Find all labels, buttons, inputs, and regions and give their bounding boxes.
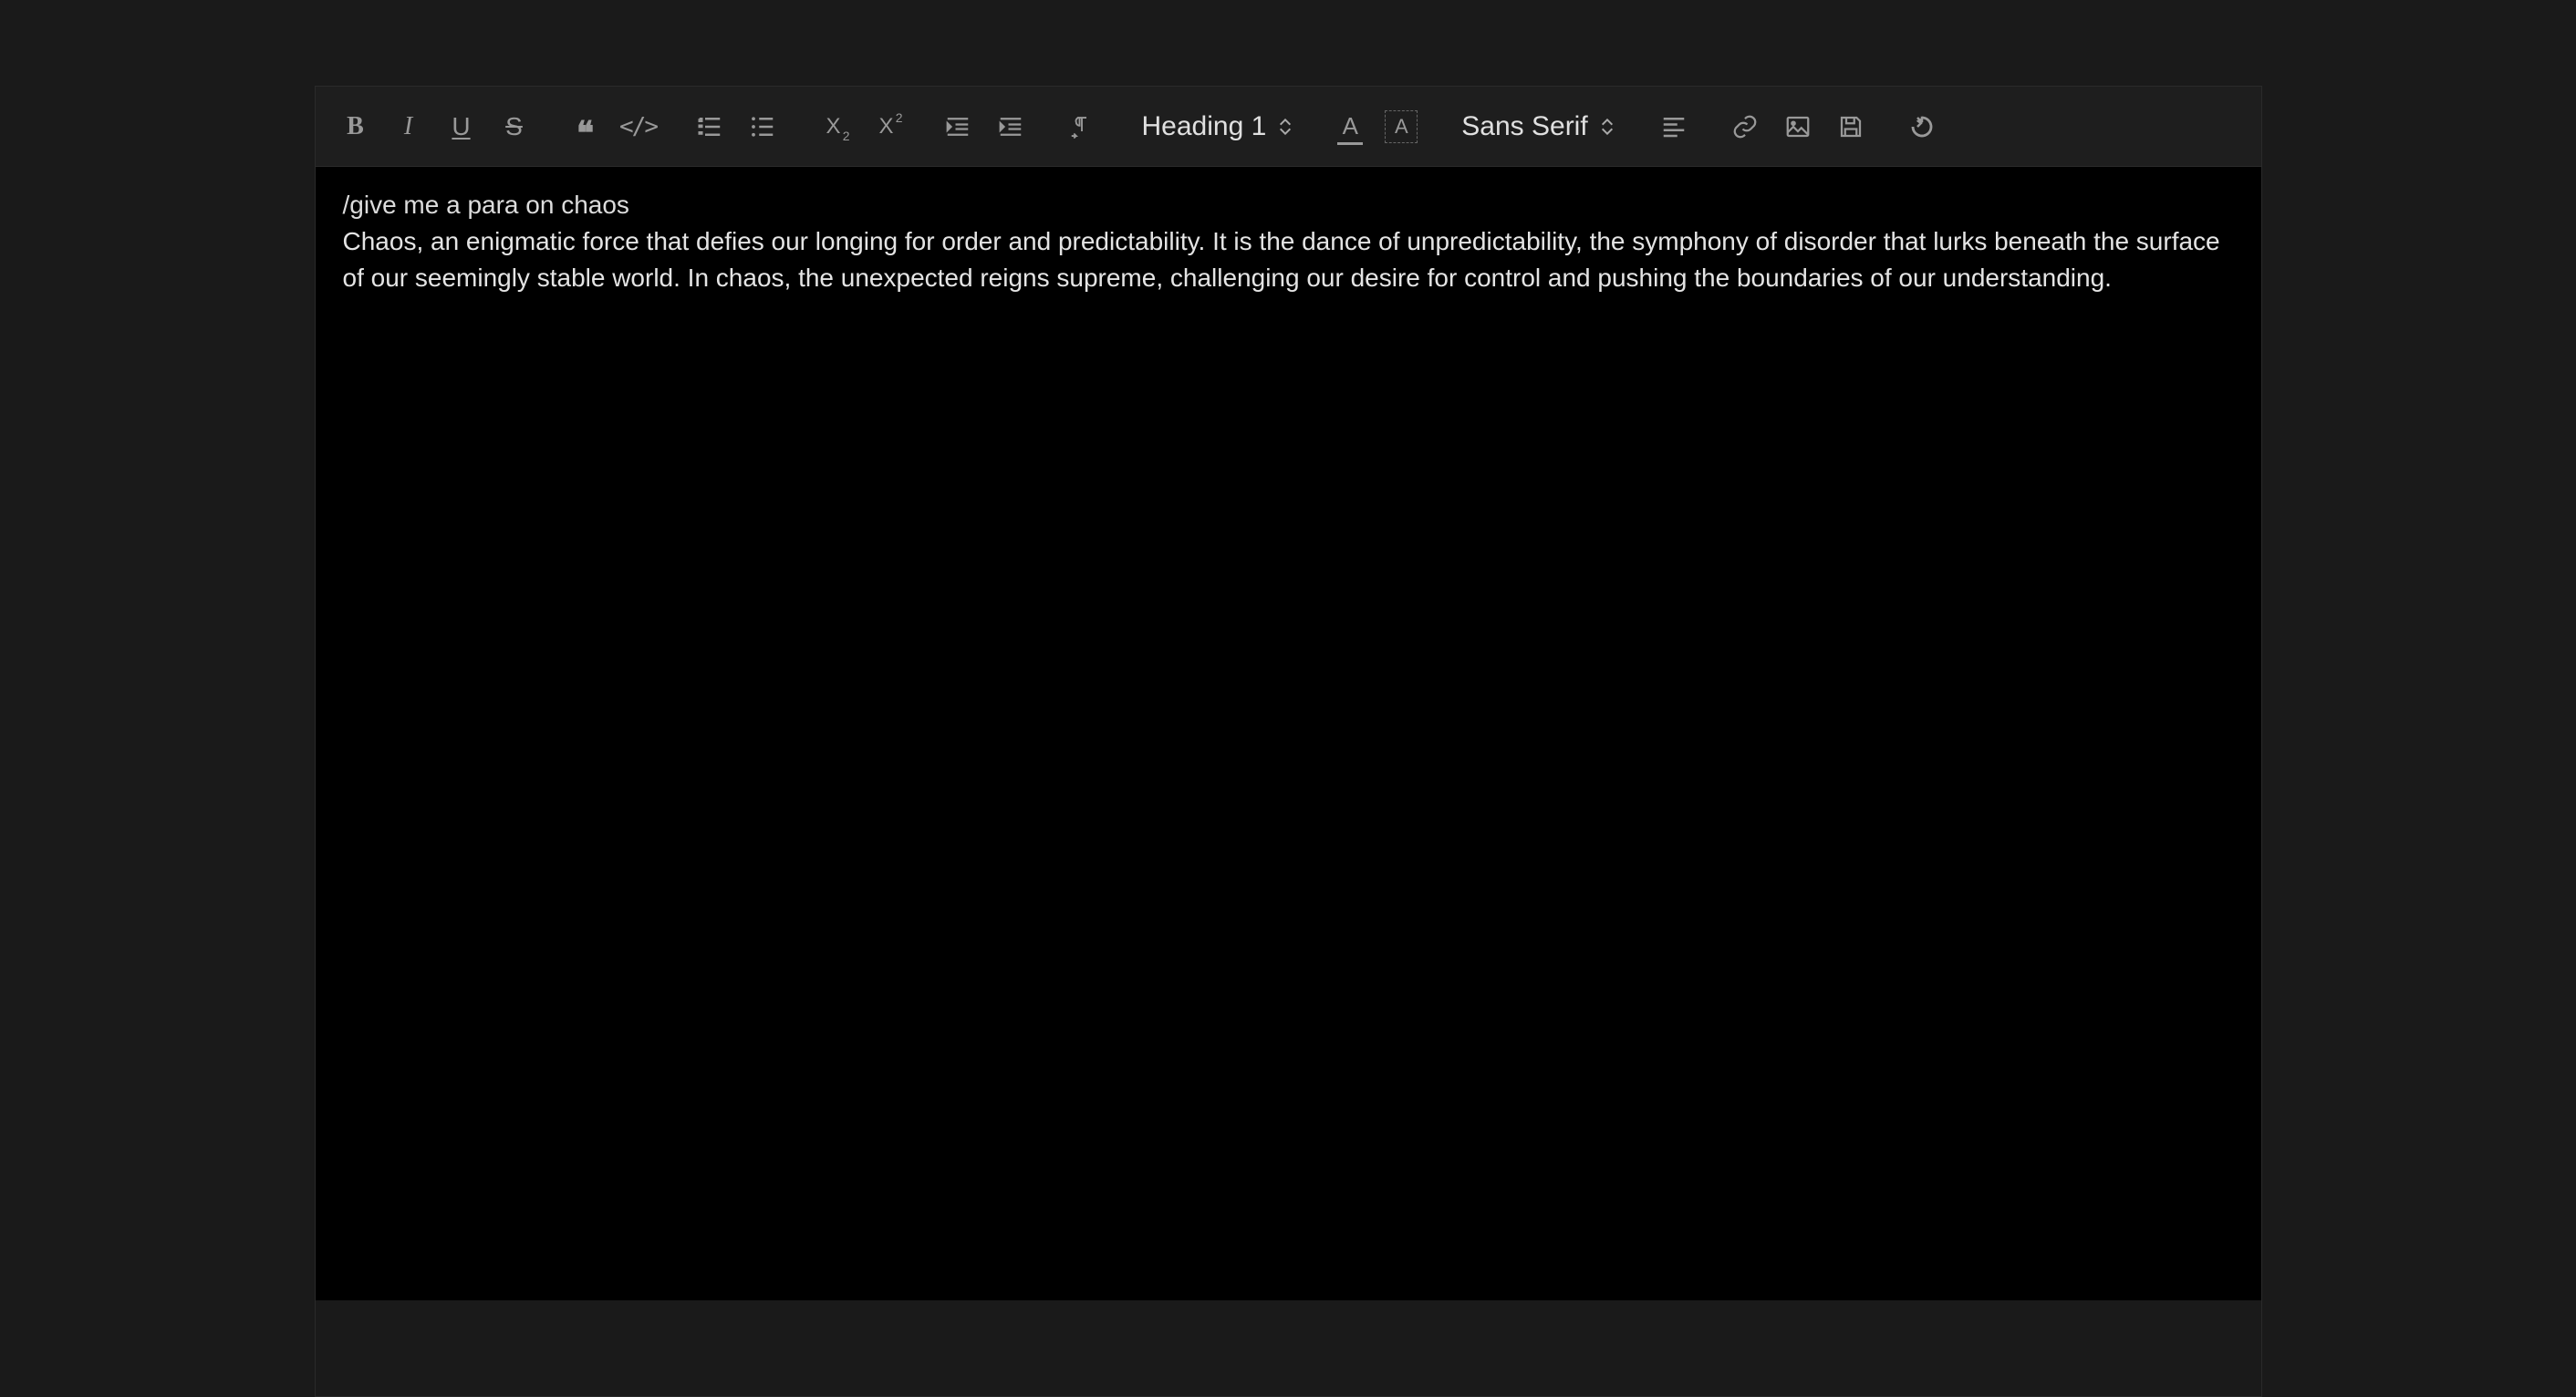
image-button[interactable]	[1780, 109, 1816, 145]
response-text: Chaos, an enigmatic force that defies ou…	[343, 223, 2234, 296]
align-icon	[1660, 113, 1688, 140]
heading-dropdown-label: Heading 1	[1142, 111, 1267, 142]
image-icon	[1784, 113, 1812, 140]
font-family-dropdown[interactable]: Sans Serif	[1454, 111, 1620, 142]
italic-button[interactable]: I	[390, 109, 427, 145]
outdent-button[interactable]	[940, 109, 976, 145]
dropdown-arrows-icon	[1279, 119, 1292, 135]
text-direction-icon	[1068, 113, 1096, 140]
background-color-icon: A	[1385, 110, 1418, 143]
save-button[interactable]	[1833, 109, 1869, 145]
unordered-list-icon	[749, 113, 776, 140]
prompt-text: /give me a para on chaos	[343, 187, 2234, 223]
subscript-button[interactable]: X	[815, 109, 852, 145]
code-block-button[interactable]: </>	[620, 109, 657, 145]
save-icon	[1837, 113, 1864, 140]
bold-button[interactable]: B	[338, 109, 374, 145]
editor-toolbar: B I U S ❝ </> X X	[316, 87, 2261, 167]
underline-button[interactable]: U	[443, 109, 480, 145]
outdent-icon	[944, 113, 971, 140]
unordered-list-button[interactable]	[744, 109, 781, 145]
indent-button[interactable]	[992, 109, 1029, 145]
ordered-list-button[interactable]	[691, 109, 728, 145]
undo-icon	[1908, 113, 1936, 140]
editor-content-area[interactable]: /give me a para on chaos Chaos, an enigm…	[316, 167, 2261, 1300]
text-direction-button[interactable]	[1064, 109, 1100, 145]
strikethrough-button[interactable]: S	[496, 109, 533, 145]
blockquote-button[interactable]: ❝	[567, 109, 604, 145]
heading-dropdown[interactable]: Heading 1	[1135, 111, 1300, 142]
ordered-list-icon	[696, 113, 723, 140]
font-family-dropdown-label: Sans Serif	[1461, 111, 1587, 142]
background-color-button[interactable]: A	[1383, 109, 1419, 145]
superscript-button[interactable]: X	[868, 109, 905, 145]
link-icon	[1731, 113, 1759, 140]
undo-button[interactable]	[1904, 109, 1940, 145]
font-color-button[interactable]: A	[1334, 109, 1366, 145]
font-color-icon: A	[1343, 112, 1358, 140]
dropdown-arrows-icon	[1601, 119, 1614, 135]
align-button[interactable]	[1656, 109, 1692, 145]
link-button[interactable]	[1727, 109, 1763, 145]
indent-icon	[997, 113, 1024, 140]
editor-container: B I U S ❝ </> X X	[315, 86, 2262, 1397]
